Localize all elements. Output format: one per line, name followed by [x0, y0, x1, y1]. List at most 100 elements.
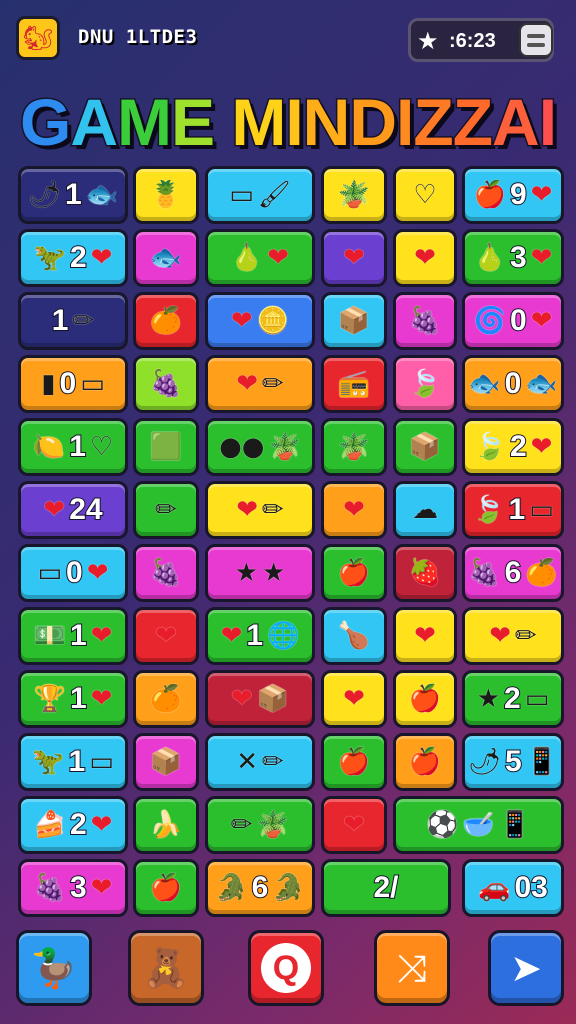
tile-number: 1 [508, 493, 527, 527]
tile-r12-c3[interactable]: 🐊 6 🐊 [205, 859, 315, 917]
tile-r6-c1[interactable]: ❤ 24 [18, 481, 128, 539]
leaf-icon: 🍃 [408, 369, 442, 399]
tile-r8-c2[interactable]: ❤ [133, 607, 199, 665]
box-icon: 📦 [256, 684, 290, 714]
coins-icon: 🪙 [256, 306, 290, 336]
tile-r11-c5[interactable]: ⚽ 🥣 📱 [393, 796, 564, 854]
tile-r2-c3[interactable]: 🍐 ❤ [205, 229, 315, 287]
tile-r3-c6[interactable]: 🌀 0 ❤ [462, 292, 564, 350]
tile-r12-c4[interactable]: 2/ [321, 859, 451, 917]
heart-icon: ❤ [220, 621, 243, 651]
tile-r9-c3[interactable]: ❤ 📦 [205, 670, 315, 728]
tile-r8-c1[interactable]: 💵 1 ❤ [18, 607, 128, 665]
tile-r4-c4[interactable]: 📻 [321, 355, 387, 413]
tile-r11-c2[interactable]: 🍌 [133, 796, 199, 854]
tile-r6-c2[interactable]: ✏ [133, 481, 199, 539]
tile-r8-c3[interactable]: ❤ 1 🌐 [205, 607, 315, 665]
heart-icon: ❤ [530, 180, 553, 210]
tile-r5-c5[interactable]: 📦 [393, 418, 457, 476]
heart-icon: ❤ [230, 684, 253, 714]
apple-icon: 🍎 [408, 684, 442, 714]
characters-button[interactable]: 🧸 [128, 930, 204, 1006]
pencil-icon: ✏ [262, 747, 284, 777]
tile-r10-c1[interactable]: 🦖 1 ▭ [18, 733, 128, 791]
tile-r2-c5[interactable]: ❤ [393, 229, 457, 287]
tile-r10-c4[interactable]: 🍎 [321, 733, 387, 791]
search-button[interactable]: Q [248, 930, 324, 1006]
tile-r5-c3[interactable]: ●● 🪴 [205, 418, 315, 476]
flag-icon: ▭ [229, 180, 254, 210]
tile-r7-c5[interactable]: 🍓 [393, 544, 457, 602]
tile-r6-c3[interactable]: ❤ ✏ [205, 481, 315, 539]
heart-icon: ❤ [86, 558, 109, 588]
tile-r1-c5[interactable]: ♡ [393, 166, 457, 224]
tile-number: 1 [68, 745, 87, 779]
tile-r1-c4[interactable]: 🪴 [321, 166, 387, 224]
tile-r11-c3[interactable]: ✏ 🪴 [205, 796, 315, 854]
tile-r9-c2[interactable]: 🍊 [133, 670, 199, 728]
tile-r10-c3[interactable]: ✕ ✏ [205, 733, 315, 791]
tile-r4-c6[interactable]: 🐟 0 🐟 [462, 355, 564, 413]
tile-number: 0 [59, 367, 78, 401]
tile-number: 2 [69, 808, 88, 842]
tile-r4-c5[interactable]: 🍃 [393, 355, 457, 413]
hint-button[interactable]: 🦆 [16, 930, 92, 1006]
tile-r4-c3[interactable]: ❤ ✏ [205, 355, 315, 413]
tile-r3-c5[interactable]: 🍇 [393, 292, 457, 350]
tile-r7-c4[interactable]: 🍎 [321, 544, 387, 602]
flag-icon: ▭ [89, 747, 114, 777]
tile-r2-c4[interactable]: ❤ [321, 229, 387, 287]
tile-r6-c6[interactable]: 🍃 1 ▭ [462, 481, 564, 539]
tile-r7-c3[interactable]: ★ ★ [205, 544, 315, 602]
tile-r4-c1[interactable]: ▮ 0 ▭ [18, 355, 128, 413]
tile-r8-c5[interactable]: ❤ [393, 607, 457, 665]
tile-r6-c4[interactable]: ❤ [321, 481, 387, 539]
tile-r7-c6[interactable]: 🍇 6 🍊 [462, 544, 564, 602]
tile-r1-c3[interactable]: ▭ 🖌 [205, 166, 315, 224]
tile-number: 9 [509, 178, 528, 212]
tile-r2-c6[interactable]: 🍐 3 ❤ [462, 229, 564, 287]
tile-r2-c2[interactable]: 🐟 [133, 229, 199, 287]
tile-r12-c2[interactable]: 🍎 [133, 859, 199, 917]
radio-icon: 📻 [337, 369, 371, 399]
tile-r12-c5[interactable]: 🚗 03 [462, 859, 564, 917]
heart-icon: ❤ [489, 621, 511, 651]
tile-r9-c5[interactable]: 🍎 [393, 670, 457, 728]
tile-r9-c1[interactable]: 🏆 1 ❤ [18, 670, 128, 728]
tile-r12-c1[interactable]: 🍇 3 ❤ [18, 859, 128, 917]
tile-r10-c5[interactable]: 🍎 [393, 733, 457, 791]
tile-r7-c1[interactable]: ▭ 0 ❤ [18, 544, 128, 602]
tile-r10-c2[interactable]: 📦 [133, 733, 199, 791]
tile-r9-c4[interactable]: ❤ [321, 670, 387, 728]
tile-r5-c1[interactable]: 🍋 1 ♡ [18, 418, 128, 476]
fish-icon: 🐟 [149, 243, 183, 273]
tile-r2-c1[interactable]: 🦖 2 ❤ [18, 229, 128, 287]
tile-number: 1 [64, 178, 83, 212]
tile-r5-c4[interactable]: 🪴 [321, 418, 387, 476]
tile-r6-c5[interactable]: ☁ [393, 481, 457, 539]
tile-r10-c6[interactable]: 🌶 5 📱 [462, 733, 564, 791]
money-icon: 💵 [33, 621, 66, 651]
heart-icon: ❤ [267, 243, 290, 273]
send-button[interactable]: ➤ [488, 930, 564, 1006]
tile-number: 3 [69, 871, 88, 905]
tile-r9-c6[interactable]: ★ 2 ▭ [462, 670, 564, 728]
tile-r5-c6[interactable]: 🍃 2 ❤ [462, 418, 564, 476]
tile-number: 5 [504, 745, 523, 779]
tile-r11-c1[interactable]: 🍰 2 ❤ [18, 796, 128, 854]
tile-r5-c2[interactable]: 🟩 [133, 418, 199, 476]
tile-r11-c4[interactable]: ❤ [321, 796, 387, 854]
tile-r8-c4[interactable]: 🍗 [321, 607, 387, 665]
tile-r8-c6[interactable]: ❤ ✏ [462, 607, 564, 665]
tile-r1-c6[interactable]: 🍎 9 ❤ [462, 166, 564, 224]
tile-r1-c2[interactable]: 🍍 [133, 166, 199, 224]
tile-r3-c4[interactable]: 📦 [321, 292, 387, 350]
tile-r3-c3[interactable]: ❤ 🪙 [205, 292, 315, 350]
tile-r3-c1[interactable]: 1 ✏ [18, 292, 128, 350]
tile-r3-c2[interactable]: 🍊 [133, 292, 199, 350]
tile-r4-c2[interactable]: 🍇 [133, 355, 199, 413]
tile-r7-c2[interactable]: 🍇 [133, 544, 199, 602]
flag-icon: ▭ [37, 558, 63, 588]
shuffle-button[interactable]: ⤨ [374, 930, 450, 1006]
tile-r1-c1[interactable]: 🌶 1 🐟 [18, 166, 128, 224]
